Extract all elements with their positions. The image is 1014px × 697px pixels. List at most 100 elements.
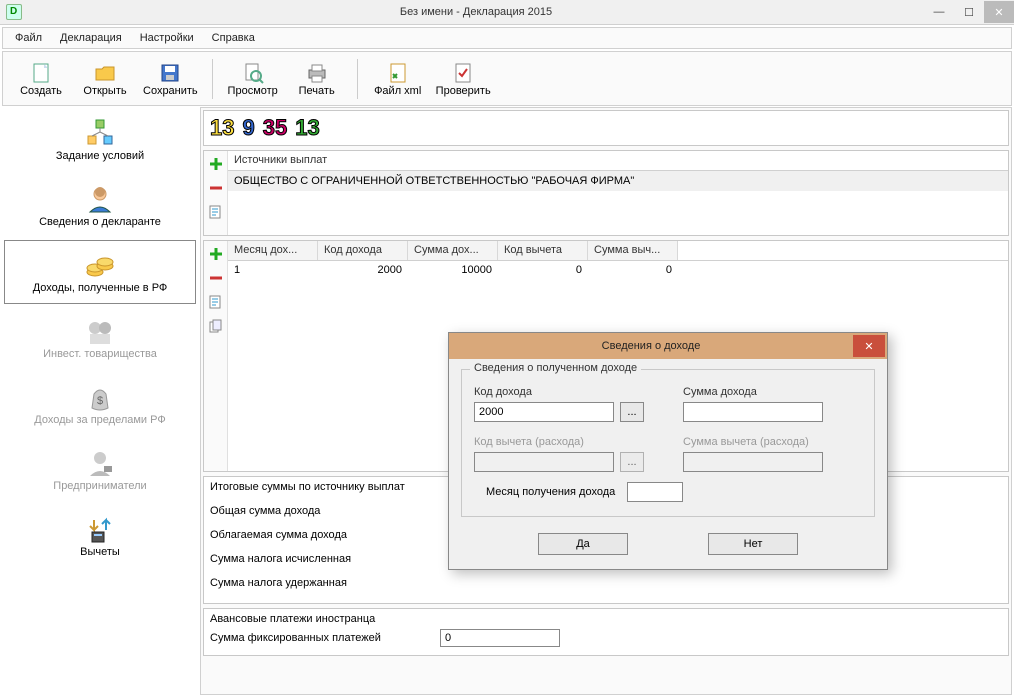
month-input[interactable] [627,482,683,502]
person-icon [84,184,116,216]
close-button[interactable]: ✕ [984,1,1014,23]
rate-tab-9[interactable]: 9 [242,115,254,141]
remove-source-button[interactable] [207,179,225,197]
sidebar-item-label: Инвест. товарищества [43,348,157,360]
toolbar: Создать Открыть Сохранить Просмотр Печат… [2,51,1012,106]
titlebar: Без имени - Декларация 2015 — ☐ ✕ [0,0,1014,25]
conditions-icon [84,118,116,150]
xml-label: Файл xml [374,85,421,97]
folder-open-icon [93,61,117,85]
income-row[interactable]: 1 2000 10000 0 0 [228,261,1008,281]
check-label: Проверить [436,85,491,97]
save-label: Сохранить [143,85,198,97]
sum-label: Сумма дохода [683,386,862,398]
add-source-button[interactable] [207,155,225,173]
edit-income-button[interactable] [207,293,225,311]
cell-dsum: 0 [588,261,678,281]
sidebar-item-label: Вычеты [80,546,120,558]
tax-withheld-value [410,574,530,592]
total-income-label: Общая сумма дохода [210,505,410,517]
remove-income-button[interactable] [207,269,225,287]
fixed-payments-input[interactable] [440,629,560,647]
menu-declaration[interactable]: Декларация [52,30,130,46]
check-button[interactable]: Проверить [432,55,495,103]
dcode-lookup-button: ... [620,452,644,472]
new-file-icon [29,61,53,85]
taxable-income-label: Облагаемая сумма дохода [210,529,410,541]
sidebar-item-label: Предприниматели [53,480,146,492]
dialog-titlebar[interactable]: Сведения о доходе ✕ [449,333,887,359]
add-income-button[interactable] [207,245,225,263]
copy-income-button[interactable] [207,317,225,335]
minimize-button[interactable]: — [924,1,954,23]
advance-title: Авансовые платежи иностранца [210,613,1002,625]
tax-withheld-label: Сумма налога удержанная [210,577,410,589]
source-row[interactable]: ОБЩЕСТВО С ОГРАНИЧЕННОЙ ОТВЕТСТВЕННОСТЬЮ… [228,171,1008,191]
code-lookup-button[interactable]: ... [620,402,644,422]
cell-month: 1 [228,261,318,281]
coins-icon [84,250,116,282]
menu-settings[interactable]: Настройки [132,30,202,46]
sidebar-item-income-rf[interactable]: Доходы, полученные в РФ [4,240,196,304]
sources-header: Источники выплат [228,151,1008,171]
maximize-button[interactable]: ☐ [954,1,984,23]
preview-button[interactable]: Просмотр [223,55,283,103]
print-button[interactable]: Печать [287,55,347,103]
advance-panel: Авансовые платежи иностранца Сумма фикси… [203,608,1009,656]
menubar: Файл Декларация Настройки Справка [2,27,1012,49]
cell-dcode: 0 [498,261,588,281]
entrepreneur-icon [84,448,116,480]
app-icon [6,4,22,20]
invest-icon [84,316,116,348]
print-label: Печать [299,85,335,97]
sidebar-item-label: Доходы за пределами РФ [34,414,165,426]
menu-help[interactable]: Справка [204,30,263,46]
th-code[interactable]: Код дохода [318,241,408,260]
sidebar-item-entrepreneur: Предприниматели [4,438,196,502]
menu-file[interactable]: Файл [7,30,50,46]
preview-label: Просмотр [228,85,278,97]
fixed-payments-label: Сумма фиксированных платежей [210,632,440,644]
sidebar-item-deductions[interactable]: Вычеты [4,504,196,568]
open-label: Открыть [83,85,126,97]
dialog-ok-button[interactable]: Да [538,533,628,555]
create-label: Создать [20,85,62,97]
dcode-label: Код вычета (расхода) [474,436,653,448]
rate-tab-35[interactable]: 35 [263,115,287,141]
sidebar-item-conditions[interactable]: Задание условий [4,108,196,172]
month-label: Месяц получения дохода [486,486,615,498]
toolbar-separator [212,59,213,99]
toolbar-separator [357,59,358,99]
th-dcode[interactable]: Код вычета [498,241,588,260]
xml-button[interactable]: Файл xml [368,55,428,103]
dialog-close-button[interactable]: ✕ [853,335,885,357]
dialog-cancel-button[interactable]: Нет [708,533,798,555]
sources-panel: Источники выплат ОБЩЕСТВО С ОГРАНИЧЕННОЙ… [203,150,1009,236]
code-input[interactable] [474,402,614,422]
save-button[interactable]: Сохранить [139,55,202,103]
rate-tab-13[interactable]: 13 [210,115,234,141]
sidebar-item-foreign: $ Доходы за пределами РФ [4,372,196,436]
sum-input[interactable] [683,402,823,422]
open-button[interactable]: Открыть [75,55,135,103]
income-dialog: Сведения о доходе ✕ Сведения о полученно… [448,332,888,570]
rate-tabs: 13 9 35 13 [203,110,1009,146]
sidebar-item-declarant[interactable]: Сведения о декларанте [4,174,196,238]
window-title: Без имени - Декларация 2015 [28,6,924,18]
rate-tab-13b[interactable]: 13 [295,115,319,141]
th-sum[interactable]: Сумма дох... [408,241,498,260]
printer-icon [305,61,329,85]
sidebar-item-label: Задание условий [56,150,144,162]
cell-sum: 10000 [408,261,498,281]
sidebar-item-invest: Инвест. товарищества [4,306,196,370]
create-button[interactable]: Создать [11,55,71,103]
edit-source-button[interactable] [207,203,225,221]
th-month[interactable]: Месяц дох... [228,241,318,260]
cell-code: 2000 [318,261,408,281]
code-label: Код дохода [474,386,653,398]
preview-icon [241,61,265,85]
check-icon [451,61,475,85]
dcode-input [474,452,614,472]
th-dsum[interactable]: Сумма выч... [588,241,678,260]
sidebar-item-label: Сведения о декларанте [39,216,161,228]
